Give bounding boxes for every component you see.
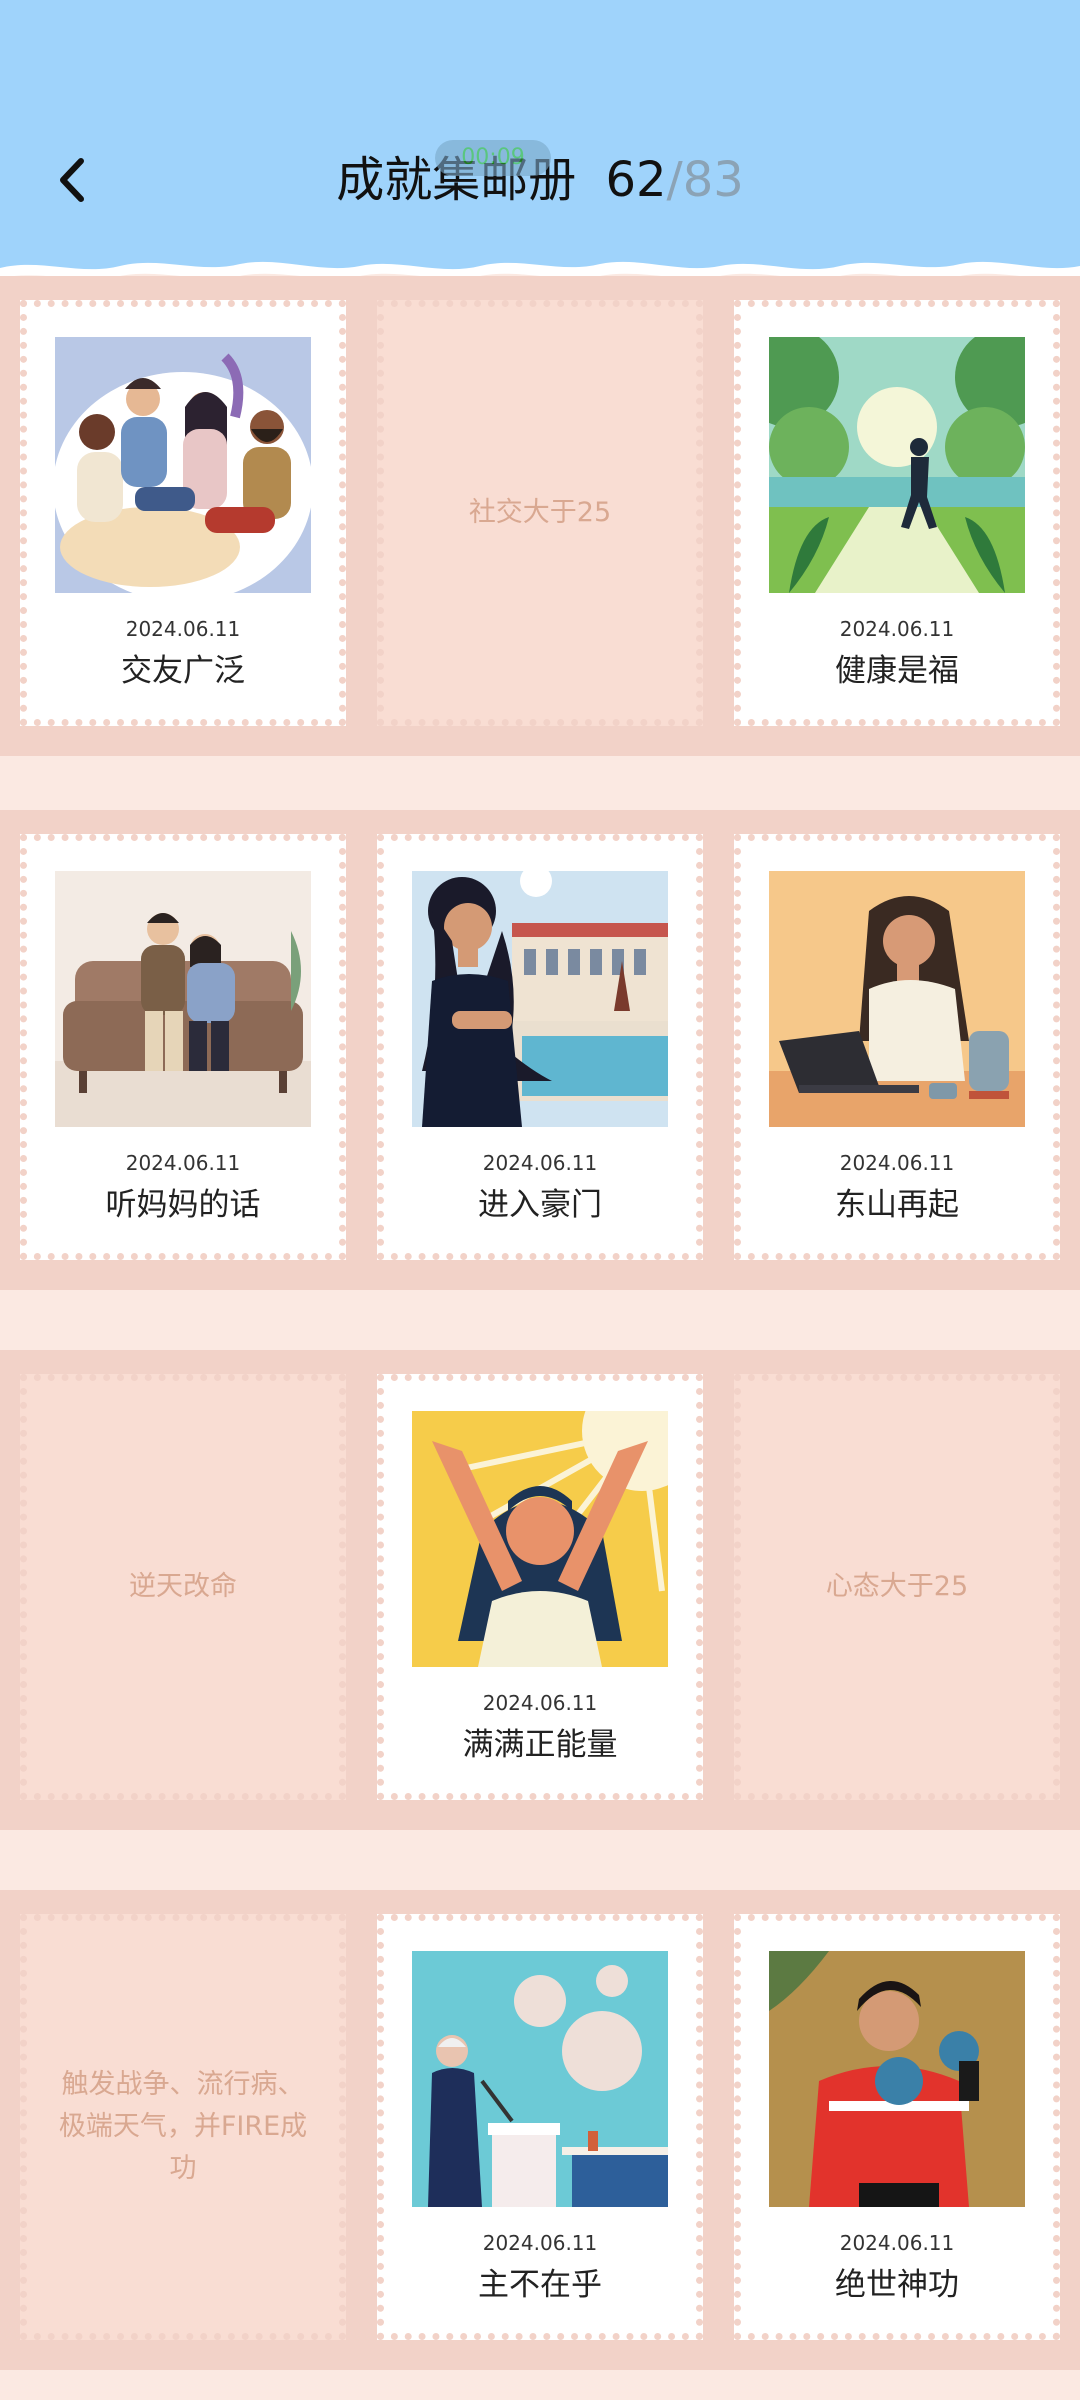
runner-sunrise-illustration bbox=[769, 337, 1025, 593]
stamp-card-locked[interactable]: 社交大于25 bbox=[377, 300, 703, 726]
status-pill: 00:09 bbox=[435, 140, 551, 176]
woman-villa-pool-illustration bbox=[412, 871, 668, 1127]
stamp-date: 2024.06.11 bbox=[482, 1691, 598, 1715]
joyful-woman-sun-illustration bbox=[412, 1411, 668, 1667]
stamp-card[interactable]: 2024.06.11 东山再起 bbox=[734, 834, 1060, 1260]
stamp-unlock-hint: 触发战争、流行病、极端天气，并FIRE成功 bbox=[58, 2069, 308, 2184]
stamp-row: 2024.06.11 交友广泛 社交大于25 2024.06.11 健康是福 bbox=[0, 276, 1080, 756]
stamp-name: 主不在乎 bbox=[478, 2267, 602, 2303]
stamp-date: 2024.06.11 bbox=[482, 1151, 598, 1175]
stamp-card[interactable]: 2024.06.11 交友广泛 bbox=[20, 300, 346, 726]
stamp-card-locked[interactable]: 心态大于25 bbox=[734, 1374, 1060, 1800]
stamp-card-locked[interactable]: 触发战争、流行病、极端天气，并FIRE成功 bbox=[20, 1914, 346, 2340]
woman-laptop-illustration bbox=[769, 871, 1025, 1127]
stamp-card[interactable]: 2024.06.11 听妈妈的话 bbox=[20, 834, 346, 1260]
stamp-name: 听妈妈的话 bbox=[105, 1187, 261, 1223]
stamp-name: 健康是福 bbox=[835, 653, 959, 689]
stamp-card[interactable]: 2024.06.11 满满正能量 bbox=[377, 1374, 703, 1800]
stamp-date: 2024.06.11 bbox=[839, 1151, 955, 1175]
stamp-date: 2024.06.11 bbox=[125, 617, 241, 641]
total-count: 83 bbox=[682, 152, 744, 208]
stamp-name: 绝世神功 bbox=[835, 2267, 959, 2303]
speaker-podium-illustration bbox=[412, 1951, 668, 2207]
count-separator: / bbox=[666, 152, 683, 208]
group-friends-illustration bbox=[55, 337, 311, 593]
stamp-card-locked[interactable]: 逆天改命 bbox=[20, 1374, 346, 1800]
stamp-row: 逆天改命 2024.06.11 满满正能量 心态大于25 bbox=[0, 1350, 1080, 1830]
stamp-card[interactable]: 2024.06.11 绝世神功 bbox=[734, 1914, 1060, 2340]
stamp-date: 2024.06.11 bbox=[839, 2231, 955, 2255]
stamp-name: 进入豪门 bbox=[478, 1187, 602, 1223]
collected-count: 62 bbox=[605, 152, 667, 208]
stamp-unlock-hint: 逆天改命 bbox=[129, 1571, 237, 1602]
stamp-unlock-hint: 心态大于25 bbox=[825, 1571, 969, 1602]
couple-sofa-illustration bbox=[55, 871, 311, 1127]
stamp-name: 满满正能量 bbox=[462, 1727, 618, 1763]
stamp-card[interactable]: 2024.06.11 进入豪门 bbox=[377, 834, 703, 1260]
stamp-name: 交友广泛 bbox=[121, 653, 245, 689]
stamp-row: 触发战争、流行病、极端天气，并FIRE成功 2024.06.11 主不在乎 20… bbox=[0, 1890, 1080, 2370]
stamp-card[interactable]: 2024.06.11 健康是福 bbox=[734, 300, 1060, 726]
stamp-card[interactable]: 2024.06.11 主不在乎 bbox=[377, 1914, 703, 2340]
stamp-date: 2024.06.11 bbox=[125, 1151, 241, 1175]
stamp-date: 2024.06.11 bbox=[839, 617, 955, 641]
boxer-illustration bbox=[769, 1951, 1025, 2207]
stamp-date: 2024.06.11 bbox=[482, 2231, 598, 2255]
stamp-name: 东山再起 bbox=[835, 1187, 959, 1223]
stamp-unlock-hint: 社交大于25 bbox=[468, 497, 612, 528]
stamp-row: 2024.06.11 听妈妈的话 2024.06.11 进入豪门 2024.06… bbox=[0, 810, 1080, 1290]
